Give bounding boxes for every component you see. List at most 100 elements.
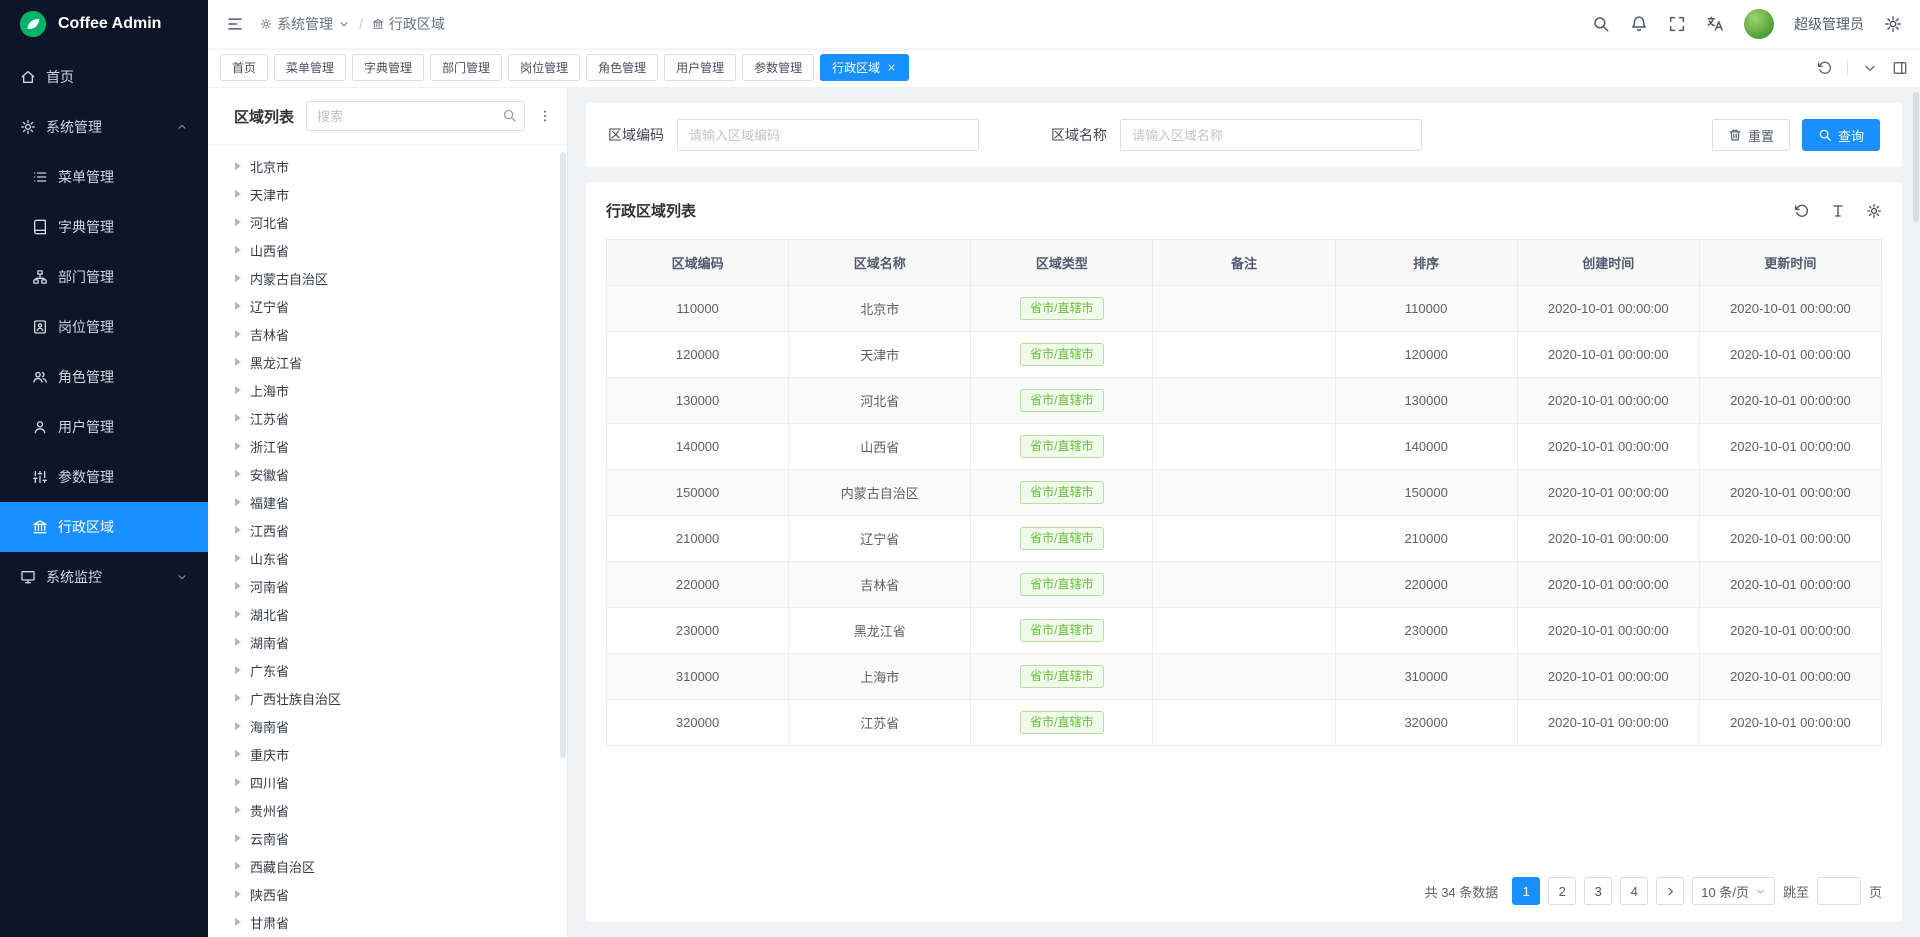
- sidebar-group-system[interactable]: 系统管理: [0, 102, 208, 152]
- search-icon[interactable]: [502, 108, 517, 123]
- fullscreen-button[interactable]: [1668, 15, 1686, 33]
- caret-right-icon[interactable]: [235, 358, 241, 366]
- caret-right-icon[interactable]: [235, 442, 241, 450]
- language-switch-button[interactable]: [1706, 15, 1724, 33]
- tree-item[interactable]: 甘肃省: [208, 908, 567, 936]
- caret-right-icon[interactable]: [235, 694, 241, 702]
- caret-right-icon[interactable]: [235, 638, 241, 646]
- caret-right-icon[interactable]: [235, 862, 241, 870]
- caret-right-icon[interactable]: [235, 246, 241, 254]
- tree-item[interactable]: 广东省: [208, 656, 567, 684]
- table-row[interactable]: 220000 吉林省 省市/直辖市 220000 2020-10-01 00:0…: [607, 562, 1882, 608]
- sidebar-item-region[interactable]: 行政区域: [0, 502, 208, 552]
- caret-right-icon[interactable]: [235, 190, 241, 198]
- tree-item[interactable]: 贵州省: [208, 796, 567, 824]
- sidebar-item-home[interactable]: 首页: [0, 52, 208, 102]
- tree-item[interactable]: 山西省: [208, 236, 567, 264]
- tree-item[interactable]: 辽宁省: [208, 292, 567, 320]
- caret-right-icon[interactable]: [235, 750, 241, 758]
- tree-item[interactable]: 北京市: [208, 152, 567, 180]
- settings-button[interactable]: [1884, 15, 1902, 33]
- tree-item[interactable]: 内蒙古自治区: [208, 264, 567, 292]
- tab[interactable]: 角色管理: [586, 54, 658, 81]
- caret-right-icon[interactable]: [235, 386, 241, 394]
- caret-right-icon[interactable]: [235, 610, 241, 618]
- table-row[interactable]: 140000 山西省 省市/直辖市 140000 2020-10-01 00:0…: [607, 424, 1882, 470]
- caret-right-icon[interactable]: [235, 806, 241, 814]
- sidebar-item-post-mgmt[interactable]: 岗位管理: [0, 302, 208, 352]
- caret-right-icon[interactable]: [235, 526, 241, 534]
- page-button[interactable]: 2: [1548, 877, 1576, 905]
- caret-right-icon[interactable]: [235, 722, 241, 730]
- caret-right-icon[interactable]: [235, 554, 241, 562]
- sidebar-group-monitor[interactable]: 系统监控: [0, 552, 208, 602]
- reset-button[interactable]: 重置: [1712, 119, 1790, 151]
- table-density-button[interactable]: [1830, 203, 1846, 219]
- table-row[interactable]: 320000 江苏省 省市/直辖市 320000 2020-10-01 00:0…: [607, 700, 1882, 746]
- tree-item[interactable]: 四川省: [208, 768, 567, 796]
- refresh-tab-button[interactable]: [1817, 60, 1833, 76]
- more-options-icon[interactable]: [537, 108, 553, 124]
- tree-item[interactable]: 河北省: [208, 208, 567, 236]
- close-icon[interactable]: [886, 62, 897, 73]
- tab-actions-dropdown[interactable]: [1862, 60, 1878, 76]
- table-settings-button[interactable]: [1866, 203, 1882, 219]
- tree-item[interactable]: 湖南省: [208, 628, 567, 656]
- notifications-button[interactable]: [1630, 15, 1648, 33]
- page-button-current[interactable]: 1: [1512, 877, 1540, 905]
- tree-item[interactable]: 上海市: [208, 376, 567, 404]
- tree-item[interactable]: 陕西省: [208, 880, 567, 908]
- tree-item[interactable]: 吉林省: [208, 320, 567, 348]
- current-user-name[interactable]: 超级管理员: [1794, 14, 1864, 34]
- tree-item[interactable]: 江西省: [208, 516, 567, 544]
- caret-right-icon[interactable]: [235, 414, 241, 422]
- caret-right-icon[interactable]: [235, 582, 241, 590]
- tab[interactable]: 岗位管理: [508, 54, 580, 81]
- region-name-input[interactable]: [1120, 119, 1422, 151]
- tab[interactable]: 菜单管理: [274, 54, 346, 81]
- table-row[interactable]: 230000 黑龙江省 省市/直辖市 230000 2020-10-01 00:…: [607, 608, 1882, 654]
- content-fullscreen-button[interactable]: [1892, 60, 1908, 76]
- table-row[interactable]: 130000 河北省 省市/直辖市 130000 2020-10-01 00:0…: [607, 378, 1882, 424]
- sidebar-item-user-mgmt[interactable]: 用户管理: [0, 402, 208, 452]
- tab[interactable]: 用户管理: [664, 54, 736, 81]
- tree-scrollbar[interactable]: [560, 152, 566, 929]
- breadcrumb-root[interactable]: 系统管理: [260, 14, 350, 34]
- caret-right-icon[interactable]: [235, 778, 241, 786]
- caret-right-icon[interactable]: [235, 666, 241, 674]
- tree-item[interactable]: 安徽省: [208, 460, 567, 488]
- tab[interactable]: 参数管理: [742, 54, 814, 81]
- tab[interactable]: 首页: [220, 54, 268, 81]
- page-size-select[interactable]: 10 条/页: [1692, 877, 1775, 905]
- caret-right-icon[interactable]: [235, 890, 241, 898]
- sidebar-item-menu-mgmt[interactable]: 菜单管理: [0, 152, 208, 202]
- page-button[interactable]: 4: [1620, 877, 1648, 905]
- tree-item[interactable]: 西藏自治区: [208, 852, 567, 880]
- app-logo[interactable]: Coffee Admin: [0, 0, 208, 48]
- sidebar-item-dept-mgmt[interactable]: 部门管理: [0, 252, 208, 302]
- tree-item[interactable]: 江苏省: [208, 404, 567, 432]
- caret-right-icon[interactable]: [235, 470, 241, 478]
- tree-item[interactable]: 天津市: [208, 180, 567, 208]
- table-refresh-button[interactable]: [1794, 203, 1810, 219]
- tree-item[interactable]: 河南省: [208, 572, 567, 600]
- tree-item[interactable]: 重庆市: [208, 740, 567, 768]
- caret-right-icon[interactable]: [235, 218, 241, 226]
- global-search-button[interactable]: [1592, 15, 1610, 33]
- caret-right-icon[interactable]: [235, 274, 241, 282]
- caret-right-icon[interactable]: [235, 162, 241, 170]
- page-button[interactable]: 3: [1584, 877, 1612, 905]
- table-row[interactable]: 210000 辽宁省 省市/直辖市 210000 2020-10-01 00:0…: [607, 516, 1882, 562]
- caret-right-icon[interactable]: [235, 330, 241, 338]
- jump-page-input[interactable]: [1817, 877, 1861, 905]
- tree-item[interactable]: 湖北省: [208, 600, 567, 628]
- avatar[interactable]: [1744, 9, 1774, 39]
- tree-item[interactable]: 云南省: [208, 824, 567, 852]
- tree-item[interactable]: 浙江省: [208, 432, 567, 460]
- tree-search-input[interactable]: [306, 101, 525, 131]
- sidebar-item-dict-mgmt[interactable]: 字典管理: [0, 202, 208, 252]
- table-row[interactable]: 150000 内蒙古自治区 省市/直辖市 150000 2020-10-01 0…: [607, 470, 1882, 516]
- region-code-input[interactable]: [677, 119, 979, 151]
- next-page-button[interactable]: [1656, 877, 1684, 905]
- tree-item[interactable]: 海南省: [208, 712, 567, 740]
